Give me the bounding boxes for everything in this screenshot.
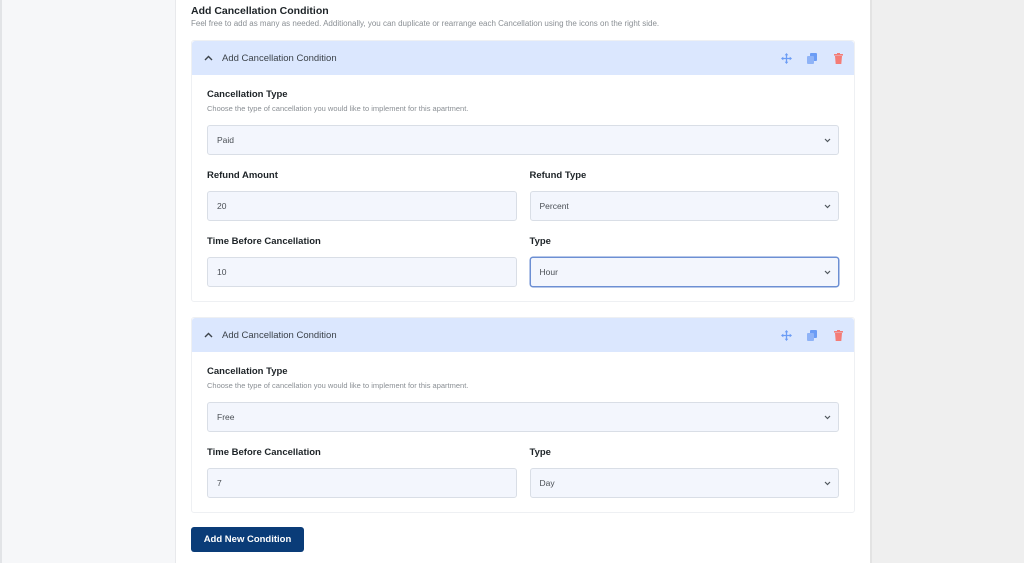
chevron-up-icon[interactable] <box>202 52 214 64</box>
refund-type-select[interactable]: Percent <box>529 191 839 221</box>
input-value: 7 <box>217 478 222 488</box>
cancellation-type-select[interactable]: Paid <box>207 125 839 155</box>
select-value: Free <box>217 412 235 422</box>
chevron-up-icon[interactable] <box>202 329 214 341</box>
section-title: Add Cancellation Condition <box>191 5 329 17</box>
chevron-down-icon <box>822 478 832 488</box>
cancellation-type-select[interactable]: Free <box>207 402 839 432</box>
time-before-input[interactable]: 7 <box>207 468 517 498</box>
cancellation-condition-2: Add Cancellation Condition Cancellation … <box>191 317 855 513</box>
cancellation-type-label: Cancellation Type <box>207 366 288 377</box>
select-value: Hour <box>539 267 558 277</box>
condition-title: Add Cancellation Condition <box>222 52 337 64</box>
select-value: Paid <box>217 135 235 145</box>
refund-amount-input[interactable]: 20 <box>207 191 517 221</box>
time-unit-label: Type <box>529 447 551 458</box>
trash-icon[interactable] <box>832 329 844 341</box>
left-sidebar-panel <box>0 0 176 563</box>
chevron-down-icon <box>822 201 832 211</box>
right-side-panel <box>870 0 1024 563</box>
chevron-down-icon <box>822 135 832 145</box>
cancellation-type-help: Choose the type of cancellation you woul… <box>207 381 469 390</box>
cancellation-type-help: Choose the type of cancellation you woul… <box>207 104 469 113</box>
select-value: Day <box>539 478 555 488</box>
input-value: 20 <box>217 201 227 211</box>
time-unit-select[interactable]: Day <box>529 468 839 498</box>
time-before-label: Time Before Cancellation <box>207 236 321 247</box>
time-unit-select[interactable]: Hour <box>529 257 839 287</box>
condition-title: Add Cancellation Condition <box>222 329 337 341</box>
refund-type-label: Refund Type <box>529 170 587 181</box>
main-content: Add Cancellation Condition Feel free to … <box>176 0 870 563</box>
section-description: Feel free to add as many as needed. Addi… <box>191 19 660 28</box>
time-unit-label: Type <box>529 236 551 247</box>
cancellation-condition-1: Add Cancellation Condition Cancellation … <box>191 40 855 302</box>
move-icon[interactable] <box>780 52 792 64</box>
time-before-input[interactable]: 10 <box>207 257 517 287</box>
input-value: 10 <box>217 267 227 277</box>
duplicate-icon[interactable] <box>806 329 818 341</box>
condition-header[interactable]: Add Cancellation Condition <box>192 41 854 75</box>
condition-header[interactable]: Add Cancellation Condition <box>192 318 854 352</box>
trash-icon[interactable] <box>832 52 844 64</box>
select-value: Percent <box>539 201 569 211</box>
cancellation-type-label: Cancellation Type <box>207 89 288 100</box>
chevron-down-icon <box>822 267 832 277</box>
refund-amount-label: Refund Amount <box>207 170 278 181</box>
time-before-label: Time Before Cancellation <box>207 447 321 458</box>
duplicate-icon[interactable] <box>806 52 818 64</box>
add-new-condition-button[interactable]: Add New Condition <box>191 527 304 552</box>
chevron-down-icon <box>822 412 832 422</box>
move-icon[interactable] <box>780 329 792 341</box>
